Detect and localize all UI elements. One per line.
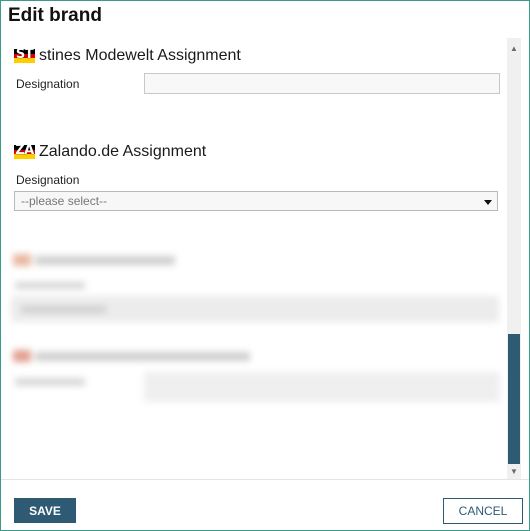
scroll-up-icon[interactable]: ▲ — [507, 42, 521, 56]
designation-label: Designation — [16, 173, 80, 187]
edit-brand-dialog: Edit brand ST stines Modewelt Assignment… — [0, 0, 530, 531]
select-value: --please select-- — [21, 194, 108, 208]
designation-select[interactable]: --please select-- — [14, 191, 498, 211]
scrollbar-thumb[interactable] — [508, 334, 520, 464]
germany-flag-icon: ST — [14, 49, 35, 63]
section-title: stines Modewelt Assignment — [39, 47, 241, 64]
germany-flag-icon: ZA — [14, 145, 35, 159]
scroll-down-icon[interactable]: ▼ — [507, 465, 521, 479]
section-header-zalando: ZA Zalando.de Assignment — [14, 143, 206, 161]
dialog-title: Edit brand — [8, 5, 102, 26]
dialog-content: ST stines Modewelt Assignment Designatio… — [1, 38, 507, 479]
chevron-down-icon — [484, 200, 492, 205]
section-title: Zalando.de Assignment — [39, 143, 207, 160]
content-scrollbar[interactable]: ▲ ▼ — [507, 38, 521, 479]
footer-divider — [1, 479, 529, 480]
section-header-stines: ST stines Modewelt Assignment — [14, 47, 241, 65]
save-button[interactable]: SAVE — [14, 498, 76, 523]
cancel-button[interactable]: CANCEL — [443, 498, 523, 524]
designation-label: Designation — [16, 77, 80, 91]
designation-input[interactable] — [144, 73, 500, 94]
